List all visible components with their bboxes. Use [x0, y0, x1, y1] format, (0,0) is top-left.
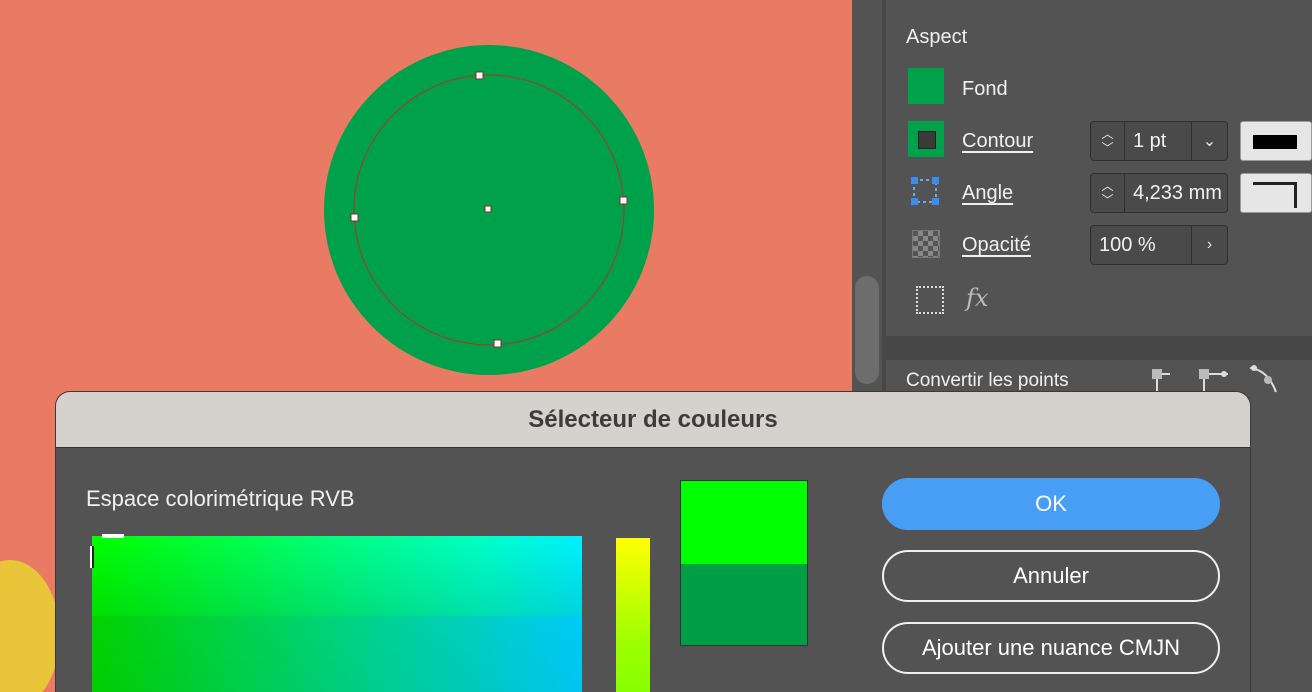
field-marker-top[interactable] — [102, 534, 124, 538]
fx-icon[interactable]: fx — [966, 284, 988, 312]
cancel-button[interactable]: Annuler — [882, 550, 1220, 602]
corner-icon — [910, 176, 940, 206]
aspect-title: Aspect — [906, 26, 968, 48]
convert-points-title: Convertir les points — [906, 370, 1069, 391]
color-space-label: Espace colorimétrique RVB — [86, 486, 355, 511]
chevron-down-icon: ⌄ — [1202, 133, 1217, 150]
ok-button[interactable]: OK — [882, 478, 1220, 530]
color-field-shade — [92, 616, 582, 692]
anchor-point-bottom[interactable] — [493, 339, 502, 348]
center-point[interactable] — [484, 205, 492, 213]
corner-label[interactable]: Angle — [962, 182, 1013, 205]
stroke-weight-stepper[interactable]: ︿ ﹀ — [1091, 122, 1125, 160]
chevron-down-icon[interactable]: ﹀ — [1101, 141, 1113, 155]
checkerboard-icon — [912, 230, 940, 258]
mask-icon[interactable] — [916, 286, 944, 314]
anchor-point-right[interactable] — [619, 196, 628, 205]
stroke-weight-value[interactable]: 1 pt — [1125, 130, 1191, 153]
field-marker-left[interactable] — [90, 546, 94, 568]
fill-swatch[interactable] — [908, 68, 944, 104]
corner-type-button[interactable] — [1240, 173, 1312, 213]
stroke-label[interactable]: Contour — [962, 130, 1033, 153]
color-field[interactable] — [92, 536, 582, 692]
anchor-point-left[interactable] — [350, 213, 359, 222]
opacity-label[interactable]: Opacité — [962, 234, 1031, 257]
new-color-swatch — [680, 480, 808, 564]
chevron-down-icon[interactable]: ﹀ — [1101, 193, 1113, 207]
stroke-weight-field[interactable]: ︿ ﹀ 1 pt ⌄ — [1090, 121, 1228, 161]
chevron-right-icon: › — [1206, 236, 1213, 253]
hue-slider[interactable] — [616, 538, 650, 692]
chevron-up-icon[interactable]: ︿ — [1101, 127, 1113, 141]
corner-shape-icon — [1253, 182, 1297, 208]
chevron-up-icon[interactable]: ︿ — [1101, 179, 1113, 193]
color-picker-dialog: Sélecteur de couleurs Espace colorimétri… — [56, 392, 1250, 692]
opacity-arrow[interactable]: › — [1191, 226, 1227, 264]
current-color-swatch[interactable] — [680, 564, 808, 646]
stroke-style-button[interactable] — [1240, 121, 1312, 161]
corner-radius-value[interactable]: 4,233 mm — [1125, 182, 1227, 205]
dialog-title: Sélecteur de couleurs — [56, 392, 1250, 448]
corner-radius-stepper[interactable]: ︿ ﹀ — [1091, 174, 1125, 212]
opacity-field[interactable]: 100 % › — [1090, 225, 1228, 265]
stroke-line-icon — [1253, 135, 1297, 149]
anchor-point-top[interactable] — [475, 71, 484, 80]
fill-label: Fond — [962, 78, 1008, 100]
stroke-swatch[interactable] — [908, 121, 944, 157]
corner-radius-field[interactable]: ︿ ﹀ 4,233 mm — [1090, 173, 1228, 213]
curve-anchor-icon[interactable] — [1248, 362, 1284, 401]
scrollbar-thumb[interactable] — [855, 276, 879, 384]
stroke-weight-dropdown[interactable]: ⌄ — [1191, 122, 1227, 160]
panel-divider — [886, 336, 1312, 360]
add-cmyk-swatch-button[interactable]: Ajouter une nuance CMJN — [882, 622, 1220, 674]
opacity-value[interactable]: 100 % — [1091, 234, 1191, 257]
